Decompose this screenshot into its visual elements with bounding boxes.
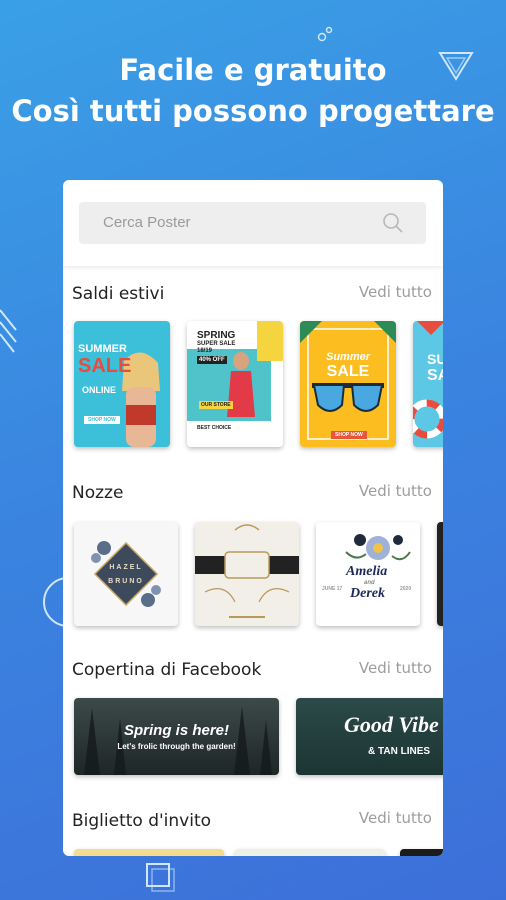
section-title: Nozze <box>72 483 124 503</box>
search-bar <box>63 180 443 266</box>
poster-text: Good Vibe <box>344 712 439 737</box>
decor-square <box>146 863 175 892</box>
poster-text: JUNE 17 <box>322 586 343 592</box>
poster-text: OUR STORE <box>199 401 233 409</box>
template-thumb-fb-good-vibes[interactable]: Good Vibe & TAN LINES <box>296 698 443 775</box>
template-thumb-summer-sale-beach[interactable]: SU SA <box>413 321 443 447</box>
template-thumb-wedding-partial[interactable] <box>437 522 443 626</box>
poster-text: SUPER SALE <box>197 341 236 347</box>
poster-text: & TAN LINES <box>368 746 431 757</box>
poster-text: SALE <box>326 363 370 380</box>
section-saldi-estivi: Saldi estivi Vedi tutto SUMMER SALE ONLI… <box>63 280 443 460</box>
headline-line-2: Così tutti possono progettare <box>11 94 495 128</box>
template-thumb-invite-1[interactable] <box>74 849 224 856</box>
poster-art <box>300 321 396 440</box>
search-input[interactable] <box>101 213 365 232</box>
see-all-link[interactable]: Vedi tutto <box>359 482 432 500</box>
decor-circles <box>317 26 333 42</box>
poster-text: SUMMER <box>78 343 127 355</box>
poster-art <box>91 541 161 607</box>
search-icon[interactable] <box>382 212 404 234</box>
section-copertina-facebook: Copertina di Facebook Vedi tutto Spring … <box>63 656 443 786</box>
poster-text: HAZEL <box>109 564 143 571</box>
decor-lines <box>0 309 17 353</box>
section-title: Copertina di Facebook <box>72 660 262 680</box>
template-thumb-invite-2[interactable] <box>235 849 385 856</box>
see-all-link[interactable]: Vedi tutto <box>359 809 432 827</box>
poster-text: SU <box>427 351 443 367</box>
template-thumb-summer-sale[interactable]: SUMMER SALE ONLINE SHOP NOW <box>74 321 170 447</box>
poster-text: SALE <box>78 355 132 377</box>
template-thumb-fb-spring[interactable]: Spring is here! Let's frolic through the… <box>74 698 279 775</box>
poster-text: ONLINE <box>82 385 117 395</box>
poster-text: 40% OFF <box>197 356 227 364</box>
template-thumb-summer-sale-sunglasses[interactable]: Summer SALE SHOP NOW <box>300 321 396 447</box>
template-thumb-invite-3[interactable] <box>400 849 443 856</box>
app-card: Saldi estivi Vedi tutto SUMMER SALE ONLI… <box>63 180 443 856</box>
poster-text: Spring is here! <box>123 722 230 739</box>
section-biglietto-invito: Biglietto d'invito Vedi tutto <box>63 806 443 856</box>
poster-button: SHOP NOW <box>331 431 367 439</box>
poster-text: Summer <box>325 351 371 363</box>
poster-text: BRUNO <box>108 578 144 585</box>
poster-button: SHOP NOW <box>84 416 120 424</box>
template-thumb-wedding-amelia[interactable]: Amelia and Derek JUNE 17 2020 <box>316 522 420 626</box>
poster-text: SA <box>427 367 443 384</box>
section-title: Biglietto d'invito <box>72 811 212 831</box>
template-thumb-wedding-save-date[interactable] <box>195 522 299 626</box>
search-box[interactable] <box>79 202 426 244</box>
see-all-link[interactable]: Vedi tutto <box>359 659 432 677</box>
poster-text: BEST CHOICE <box>197 425 232 431</box>
poster-text: Derek <box>350 586 385 601</box>
poster-art <box>122 352 160 447</box>
poster-text: Amelia <box>346 564 388 579</box>
see-all-link[interactable]: Vedi tutto <box>359 283 432 301</box>
poster-art <box>195 524 299 618</box>
poster-text: 18/19 <box>197 348 213 354</box>
poster-text: Let's frolic through the garden! <box>117 742 236 751</box>
poster-text: SPRING <box>197 330 236 341</box>
template-thumb-wedding-hazel[interactable]: HAZEL BRUNO <box>74 522 178 626</box>
headline: Facile e gratuito Così tutti possono pro… <box>0 50 506 132</box>
template-thumb-spring-sale[interactable]: SPRING SUPER SALE 18/19 40% OFF OUR STOR… <box>187 321 283 447</box>
section-nozze: Nozze Vedi tutto HAZEL BRUNO Amelia and … <box>63 478 443 638</box>
headline-line-1: Facile e gratuito <box>119 53 387 87</box>
section-title: Saldi estivi <box>72 284 165 304</box>
poster-text: 2020 <box>400 586 412 592</box>
